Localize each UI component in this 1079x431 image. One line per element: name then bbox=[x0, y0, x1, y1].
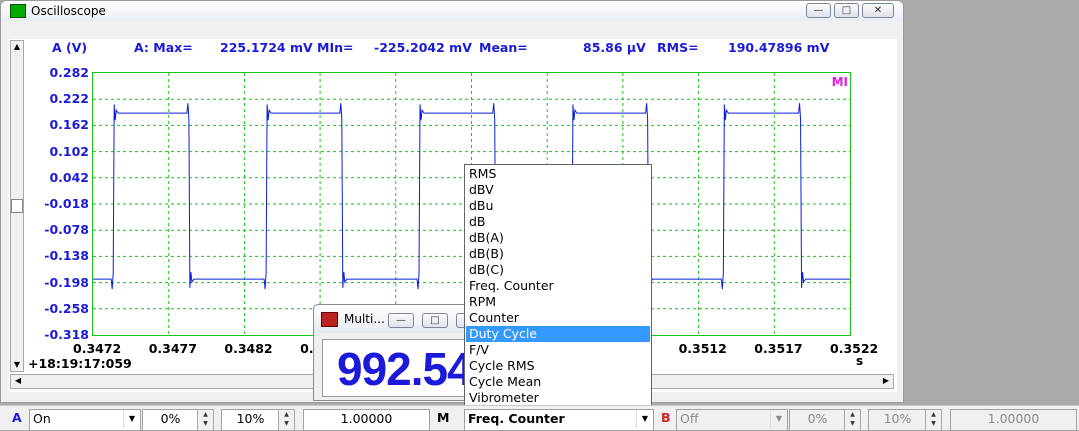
dropdown-option[interactable]: dB(B) bbox=[466, 246, 650, 262]
y-tick-label: 0.282 bbox=[49, 65, 89, 80]
channel-a-pct1-field[interactable]: 0% bbox=[142, 409, 199, 431]
dropdown-option[interactable]: dB bbox=[466, 214, 650, 230]
x-tick-label: 0.3472 bbox=[73, 341, 122, 356]
scroll-right-arrow-icon[interactable]: ▶ bbox=[880, 375, 892, 388]
maximize-button[interactable]: □ bbox=[834, 3, 859, 18]
dropdown-option[interactable]: Vibrometer bbox=[466, 390, 650, 406]
y-tick-label: -0.078 bbox=[44, 222, 89, 238]
scroll-up-arrow-icon[interactable]: ▲ bbox=[11, 41, 23, 53]
channel-a-mode-select[interactable]: On ▼ bbox=[29, 409, 141, 431]
y-tick-label: -0.318 bbox=[44, 327, 89, 342]
channel-b-value: 1.00000 bbox=[987, 411, 1040, 426]
channel-b-mode-select[interactable]: Off ▼ bbox=[676, 409, 788, 431]
channel-toolbar: A On ▼ 0% ▲ ▼ 10% ▲ ▼ 1.00000 M Freq. Coun… bbox=[0, 405, 1079, 431]
oscilloscope-icon bbox=[10, 4, 26, 18]
x-tick-label: 0.3477 bbox=[148, 341, 197, 356]
y-tick-label: -0.258 bbox=[44, 300, 89, 316]
dropdown-option[interactable]: Duty Cycle bbox=[466, 326, 650, 342]
title-bar[interactable]: Oscilloscope — □ ✕ bbox=[1, 1, 903, 21]
chevron-down-icon[interactable]: ▼ bbox=[636, 410, 653, 428]
dropdown-option[interactable]: Counter bbox=[466, 310, 650, 326]
min-label: MIn= bbox=[317, 40, 354, 55]
dropdown-option[interactable]: F/V bbox=[466, 342, 650, 358]
dropdown-option[interactable]: Cycle Mean bbox=[466, 374, 650, 390]
channel-b-pct1-value: 0% bbox=[807, 411, 828, 426]
channel-a-pct2-field[interactable]: 10% bbox=[221, 409, 280, 431]
x-tick-label: 0.3512 bbox=[678, 341, 727, 356]
close-button[interactable]: ✕ bbox=[862, 3, 894, 18]
channel-b-pct1-field[interactable]: 0% bbox=[789, 409, 846, 431]
channel-b-pct2-value: 10% bbox=[883, 411, 912, 426]
channel-b-value-field[interactable]: 1.00000 bbox=[950, 409, 1077, 431]
x-unit-label: s bbox=[856, 354, 864, 368]
channel-a-pct1-value: 0% bbox=[160, 411, 181, 426]
y-tick-label: -0.138 bbox=[44, 248, 89, 264]
mean-label: Mean= bbox=[479, 40, 528, 55]
timestamp: +18:19:17:059 bbox=[28, 356, 132, 371]
rms-value: 190.47896 mV bbox=[728, 40, 830, 55]
channel-a-value: 1.00000 bbox=[340, 411, 393, 426]
marker-label: MI bbox=[831, 75, 848, 89]
multimeter-minimize-button[interactable]: — bbox=[388, 313, 414, 328]
window-title: Oscilloscope bbox=[31, 4, 106, 18]
y-tick-label: -0.018 bbox=[44, 196, 89, 211]
channel-a-measure-select[interactable]: Freq. Counter ▼ bbox=[464, 409, 654, 431]
dropdown-option[interactable]: Freq. Counter bbox=[466, 278, 650, 294]
channel-a-pct1-spinner[interactable]: ▲ ▼ bbox=[197, 409, 214, 431]
multimeter-maximize-button[interactable]: □ bbox=[422, 313, 448, 328]
rms-label: RMS= bbox=[657, 40, 699, 55]
channel-b-label: B bbox=[661, 410, 671, 425]
dropdown-option[interactable]: RPM bbox=[466, 294, 650, 310]
max-value: 225.1724 mV bbox=[220, 40, 313, 55]
channel-a-value-field[interactable]: 1.00000 bbox=[303, 409, 430, 431]
y-tick-label: 0.222 bbox=[49, 91, 89, 107]
minimize-button[interactable]: — bbox=[806, 3, 831, 18]
mean-value: 85.86 µV bbox=[583, 40, 646, 55]
scroll-down-arrow-icon[interactable]: ▼ bbox=[11, 359, 23, 371]
chevron-down-icon[interactable]: ▼ bbox=[123, 410, 140, 428]
multimeter-icon bbox=[321, 312, 338, 327]
channel-b-pct2-field[interactable]: 10% bbox=[868, 409, 927, 431]
channel-a-label: A bbox=[12, 410, 22, 425]
min-value: -225.2042 mV bbox=[374, 40, 472, 55]
y-tick-label: -0.198 bbox=[44, 274, 89, 290]
x-tick-label: 0.3522 bbox=[830, 341, 879, 356]
dropdown-option[interactable]: dBV bbox=[466, 182, 650, 198]
dropdown-option[interactable]: dB(A) bbox=[466, 230, 650, 246]
dropdown-option[interactable]: dB(C) bbox=[466, 262, 650, 278]
dropdown-option[interactable]: dBu bbox=[466, 198, 650, 214]
max-label: A: Max= bbox=[134, 40, 193, 55]
channel-a-measure-value: Freq. Counter bbox=[468, 411, 565, 426]
multimeter-title: Multi... bbox=[344, 312, 385, 326]
measurement-dropdown-list[interactable]: RMS dBV dBu dB dB(A) dB(B) dB(C) Freq. Counter R… bbox=[464, 164, 652, 407]
channel-b-pct1-spinner[interactable]: ▲ ▼ bbox=[844, 409, 861, 431]
dropdown-option[interactable]: Cycle RMS bbox=[466, 358, 650, 374]
channel-b-mode-value: Off bbox=[680, 411, 699, 426]
channel-label: A (V) bbox=[52, 40, 88, 55]
y-tick-label: 0.162 bbox=[49, 117, 89, 133]
channel-a-m-label: M bbox=[437, 410, 450, 425]
dropdown-option[interactable]: RMS bbox=[466, 166, 650, 182]
y-tick-label: 0.102 bbox=[49, 143, 89, 159]
scroll-left-arrow-icon[interactable]: ◀ bbox=[12, 375, 24, 388]
chevron-down-icon[interactable]: ▼ bbox=[770, 410, 787, 428]
channel-a-pct2-value: 10% bbox=[236, 411, 265, 426]
channel-a-pct2-spinner[interactable]: ▲ ▼ bbox=[278, 409, 295, 431]
channel-b-pct2-spinner[interactable]: ▲ ▼ bbox=[925, 409, 942, 431]
channel-a-mode-value: On bbox=[33, 411, 51, 426]
y-tick-label: 0.042 bbox=[49, 169, 89, 185]
x-tick-label: 0.3482 bbox=[224, 341, 273, 356]
x-tick-label: 0.3517 bbox=[754, 341, 803, 356]
